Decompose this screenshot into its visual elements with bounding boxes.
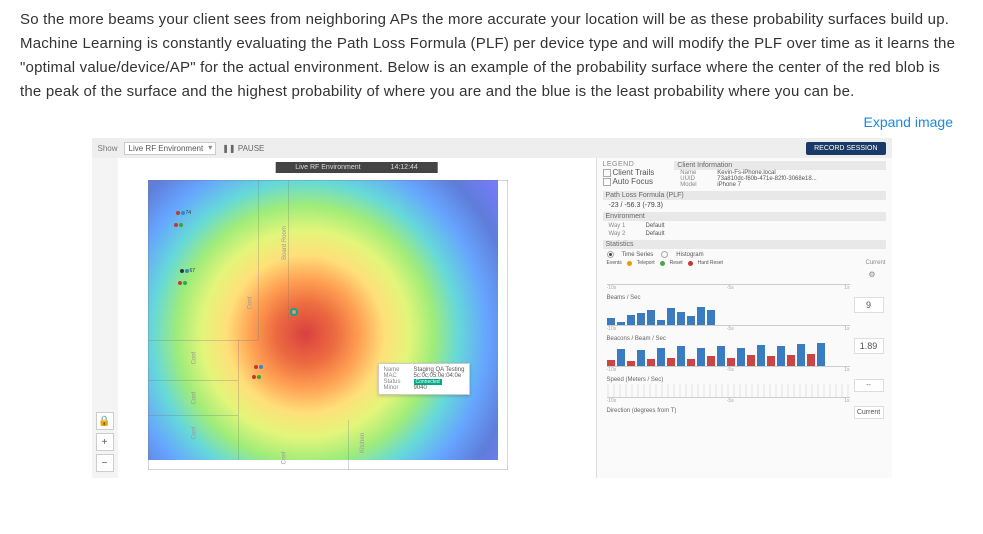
hardreset-icon — [688, 261, 693, 266]
events-label: Events — [607, 260, 622, 266]
auto-focus-label: Auto Focus — [613, 177, 653, 186]
show-label: Show — [98, 144, 118, 153]
ap-marker[interactable]: 74 — [176, 208, 192, 218]
beacons-current: 1.89 — [854, 338, 884, 354]
auto-focus-checkbox[interactable] — [603, 178, 611, 186]
timeseries-radio[interactable] — [607, 251, 614, 258]
beacons-chart: Beacons / Beam / Sec -10s-5s1s 1.89 — [603, 336, 886, 373]
histogram-radio[interactable] — [661, 251, 668, 258]
way1-k: Way 1 — [609, 223, 643, 229]
ap-marker[interactable] — [174, 220, 190, 230]
ap-marker[interactable] — [254, 362, 270, 372]
map-time: 14:12:44 — [391, 164, 418, 171]
beams-title: Beams / Sec — [603, 295, 886, 301]
left-toolbar: 🔒 + − — [92, 158, 118, 478]
way2-k: Way 2 — [609, 231, 643, 237]
probability-heatmap — [148, 180, 498, 460]
map-title-bar: Live RF Environment 14:12:44 — [275, 162, 438, 173]
tt-minor-k: Minor — [384, 385, 410, 391]
environment-dropdown[interactable]: Live RF Environment — [124, 142, 217, 155]
teleport-icon — [627, 261, 632, 266]
timeseries-label: Time Series — [622, 252, 654, 258]
legend-title: LEGEND — [603, 161, 655, 168]
speed-chart: Speed (Meters / Sec) -10s-5s1s -- — [603, 377, 886, 404]
top-toolbar: Show Live RF Environment ❚❚ PAUSE RECORD… — [92, 138, 892, 158]
speed-title: Speed (Meters / Sec) — [603, 377, 886, 383]
environment-header: Environment — [603, 212, 886, 221]
ev-teleport: Teleport — [637, 260, 655, 266]
record-session-button[interactable]: RECORD SESSION — [806, 142, 885, 155]
client-trails-checkbox[interactable] — [603, 169, 611, 177]
model-k: Model — [680, 182, 714, 188]
ap-marker[interactable] — [252, 372, 268, 382]
pause-button[interactable]: ❚❚ PAUSE — [222, 144, 264, 153]
expand-image-link[interactable]: Expand image — [0, 104, 983, 138]
beams-chart: Beams / Sec -10s-5s1s 9 — [603, 295, 886, 332]
speed-current: -- — [854, 379, 884, 392]
ev-hardreset: Hard Reset — [698, 260, 723, 266]
events-ticks: -10s-5s1s ⚙ — [603, 270, 886, 291]
reset-icon — [660, 261, 665, 266]
floor-map-area[interactable]: Live RF Environment 14:12:44 Board Room … — [118, 158, 596, 478]
client-trails-label: Client Trails — [613, 168, 655, 177]
model-v: iPhone 7 — [717, 182, 741, 188]
ev-reset: Reset — [670, 260, 683, 266]
ap-marker[interactable] — [178, 278, 194, 288]
settings-gear-icon[interactable]: ⚙ — [868, 270, 875, 279]
plf-value: -23 / -56.3 (-79.3) — [603, 202, 886, 209]
way2-v: Default — [646, 231, 665, 237]
direction-chart: Direction (degrees from T) Current — [603, 408, 886, 414]
map-title: Live RF Environment — [295, 164, 360, 171]
current-header: Current — [865, 260, 885, 266]
client-location-dot[interactable] — [290, 308, 298, 316]
intro-paragraph: So the more beams your client sees from … — [0, 0, 983, 104]
app-screenshot: Show Live RF Environment ❚❚ PAUSE RECORD… — [92, 138, 892, 478]
way1-v: Default — [646, 223, 665, 229]
beacons-title: Beacons / Beam / Sec — [603, 336, 886, 342]
tt-minor-v: 9040 — [414, 385, 427, 391]
client-tooltip: NameStaging QA Testing MAC5c:0c:05:0e:04… — [378, 363, 471, 395]
zoom-out-button[interactable]: − — [96, 454, 114, 472]
direction-title: Direction (degrees from T) — [603, 408, 886, 414]
zoom-in-button[interactable]: + — [96, 433, 114, 451]
plf-header: Path Loss Formula (PLF) — [603, 191, 886, 200]
lock-tool-button[interactable]: 🔒 — [96, 412, 114, 430]
direction-current: Current — [854, 406, 884, 419]
right-panel: LEGEND Client Trails Auto Focus Client I… — [596, 158, 892, 478]
beams-current: 9 — [854, 297, 884, 313]
client-info-header: Client Information — [674, 161, 885, 170]
workspace: 🔒 + − Live RF Environment 14:12:44 — [92, 158, 892, 478]
ap-marker[interactable]: 67 — [180, 266, 196, 276]
statistics-header: Statistics — [603, 240, 886, 249]
histogram-label: Histogram — [676, 252, 703, 258]
